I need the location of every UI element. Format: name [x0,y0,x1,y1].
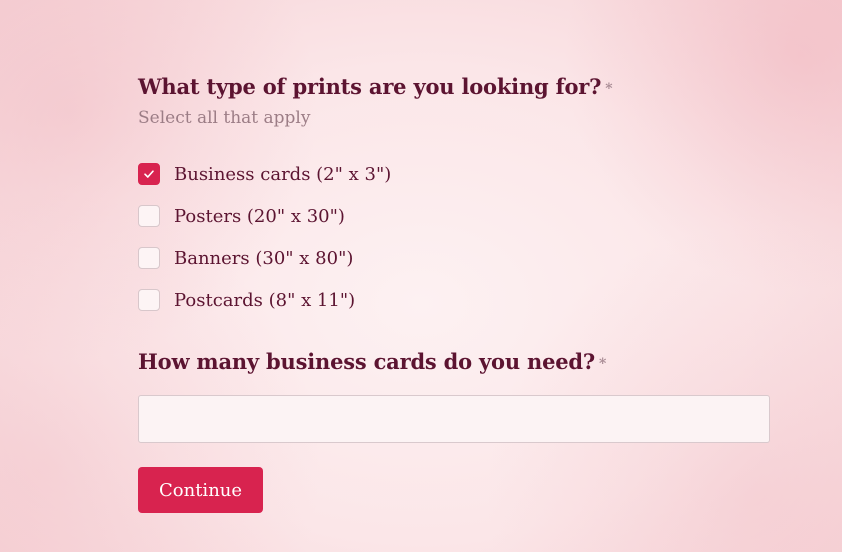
option-banners[interactable]: Banners (30" x 80") [138,237,770,279]
required-asterisk: * [599,356,607,372]
question-business-card-quantity: How many business cards do you need? * [138,347,770,377]
question-hint: Select all that apply [138,108,311,128]
checkbox-banners[interactable] [138,247,160,269]
question-print-types: What type of prints are you looking for?… [138,72,770,102]
quantity-input[interactable] [138,395,770,443]
option-posters[interactable]: Posters (20" x 30") [138,195,770,237]
option-business-cards[interactable]: Business cards (2" x 3") [138,153,770,195]
question-print-types-text: What type of prints are you looking for? [138,74,602,99]
question-quantity-text: How many business cards do you need? [138,349,596,374]
option-postcards[interactable]: Postcards (8" x 11") [138,279,770,321]
option-label: Banners (30" x 80") [174,247,354,269]
option-label: Posters (20" x 30") [174,205,345,227]
checkmark-icon [144,170,154,178]
checkbox-posters[interactable] [138,205,160,227]
checkbox-postcards[interactable] [138,289,160,311]
required-asterisk: * [605,81,613,97]
continue-button[interactable]: Continue [138,467,264,513]
survey-form: What type of prints are you looking for?… [138,72,770,513]
print-type-options: Business cards (2" x 3") Posters (20" x … [138,153,770,321]
checkbox-business-cards[interactable] [138,163,160,185]
option-label: Business cards (2" x 3") [174,163,392,185]
option-label: Postcards (8" x 11") [174,289,356,311]
